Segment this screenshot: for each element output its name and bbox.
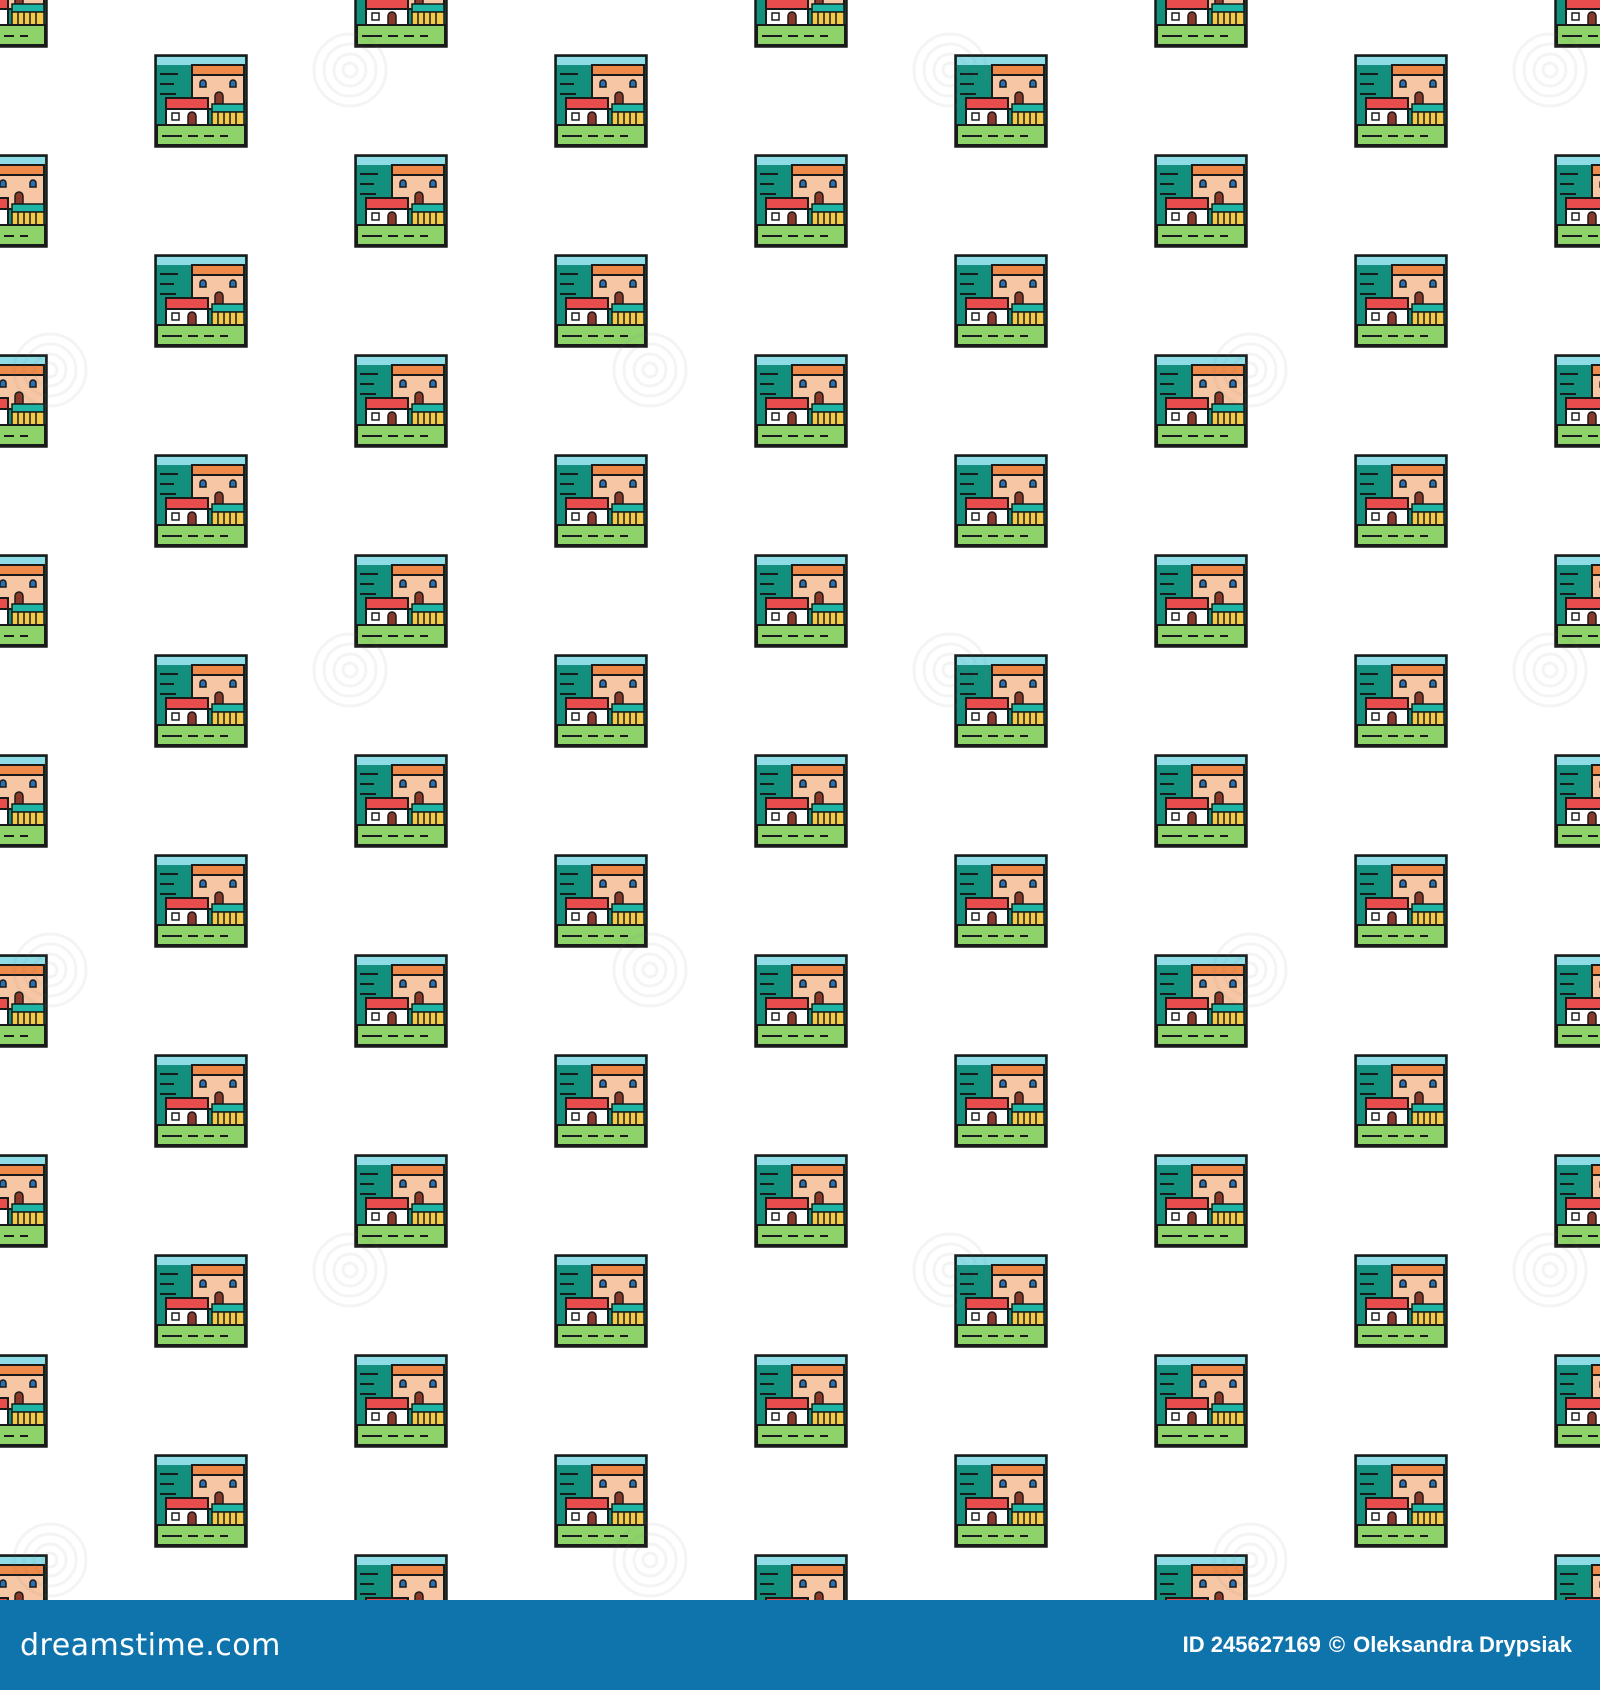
house-landscape-icon xyxy=(0,754,48,848)
brand-text: dreamstime.com xyxy=(20,1627,281,1663)
house-landscape-icon xyxy=(1554,354,1600,448)
house-landscape-icon xyxy=(754,754,848,848)
house-landscape-icon xyxy=(954,1454,1048,1548)
house-landscape-icon xyxy=(754,1154,848,1248)
house-landscape-icon xyxy=(554,454,648,548)
house-landscape-icon xyxy=(1554,554,1600,648)
house-landscape-icon xyxy=(1554,754,1600,848)
house-landscape-icon xyxy=(554,654,648,748)
stock-footer-bar: dreamstime.com ID 245627169 © Oleksandra… xyxy=(0,1600,1600,1690)
house-landscape-icon xyxy=(754,154,848,248)
house-landscape-icon xyxy=(354,754,448,848)
seamless-pattern xyxy=(0,0,1600,1600)
house-landscape-icon xyxy=(354,354,448,448)
house-landscape-icon xyxy=(1154,754,1248,848)
house-landscape-icon xyxy=(1354,1454,1448,1548)
house-landscape-icon xyxy=(554,1054,648,1148)
house-landscape-icon xyxy=(754,1354,848,1448)
author-name: Oleksandra Drypsiak xyxy=(1353,1632,1572,1657)
house-landscape-icon xyxy=(1354,654,1448,748)
house-landscape-icon xyxy=(0,354,48,448)
house-landscape-icon xyxy=(1554,154,1600,248)
house-landscape-icon xyxy=(1154,1354,1248,1448)
brand-logo: dreamstime.com xyxy=(20,1628,281,1663)
house-landscape-icon xyxy=(154,1054,248,1148)
house-landscape-icon xyxy=(154,1454,248,1548)
house-landscape-icon xyxy=(1154,954,1248,1048)
house-landscape-icon xyxy=(1154,354,1248,448)
house-landscape-icon xyxy=(354,1154,448,1248)
house-landscape-icon xyxy=(954,254,1048,348)
house-landscape-icon xyxy=(754,0,848,48)
image-id: ID 245627169 xyxy=(1182,1632,1321,1657)
house-landscape-icon xyxy=(554,54,648,148)
house-landscape-icon xyxy=(554,1254,648,1348)
house-landscape-icon xyxy=(354,954,448,1048)
house-landscape-icon xyxy=(154,254,248,348)
house-landscape-icon xyxy=(154,454,248,548)
house-landscape-icon xyxy=(754,554,848,648)
house-landscape-icon xyxy=(0,1154,48,1248)
house-landscape-icon xyxy=(954,654,1048,748)
house-landscape-icon xyxy=(354,1354,448,1448)
house-landscape-icon xyxy=(0,554,48,648)
house-landscape-icon xyxy=(1554,1554,1600,1600)
house-landscape-icon xyxy=(354,1554,448,1600)
house-landscape-icon xyxy=(0,1554,48,1600)
house-landscape-icon xyxy=(1354,1054,1448,1148)
house-landscape-icon xyxy=(1154,154,1248,248)
house-landscape-icon xyxy=(954,854,1048,948)
house-landscape-icon xyxy=(1554,1154,1600,1248)
house-landscape-icon xyxy=(0,1354,48,1448)
house-landscape-icon xyxy=(1154,0,1248,48)
house-landscape-icon xyxy=(554,1454,648,1548)
house-landscape-icon xyxy=(1154,1154,1248,1248)
house-landscape-icon xyxy=(0,154,48,248)
house-landscape-icon xyxy=(954,454,1048,548)
house-landscape-icon xyxy=(154,854,248,948)
house-landscape-icon xyxy=(1354,854,1448,948)
stock-image-canvas: dreamstime.com ID 245627169 © Oleksandra… xyxy=(0,0,1600,1690)
house-landscape-icon xyxy=(1354,54,1448,148)
house-landscape-icon xyxy=(1554,1354,1600,1448)
house-landscape-icon xyxy=(1554,954,1600,1048)
house-landscape-icon xyxy=(754,354,848,448)
house-landscape-icon xyxy=(1354,1254,1448,1348)
house-landscape-icon xyxy=(1354,254,1448,348)
house-landscape-icon xyxy=(154,654,248,748)
house-landscape-icon xyxy=(354,554,448,648)
house-landscape-icon xyxy=(954,1054,1048,1148)
house-landscape-icon xyxy=(1554,0,1600,48)
copyright-icon: © xyxy=(1328,1632,1346,1657)
house-landscape-icon xyxy=(0,954,48,1048)
house-landscape-icon xyxy=(0,0,48,48)
house-landscape-icon xyxy=(1354,454,1448,548)
house-landscape-icon xyxy=(1154,554,1248,648)
house-landscape-icon xyxy=(354,154,448,248)
house-landscape-icon xyxy=(754,954,848,1048)
house-landscape-icon xyxy=(1154,1554,1248,1600)
house-landscape-icon xyxy=(754,1554,848,1600)
house-landscape-icon xyxy=(354,0,448,48)
house-landscape-icon xyxy=(954,54,1048,148)
house-landscape-icon xyxy=(154,1254,248,1348)
house-landscape-icon xyxy=(554,254,648,348)
house-landscape-icon xyxy=(554,854,648,948)
image-credit: ID 245627169 © Oleksandra Drypsiak xyxy=(1183,1632,1572,1658)
house-landscape-icon xyxy=(954,1254,1048,1348)
house-landscape-icon xyxy=(154,54,248,148)
